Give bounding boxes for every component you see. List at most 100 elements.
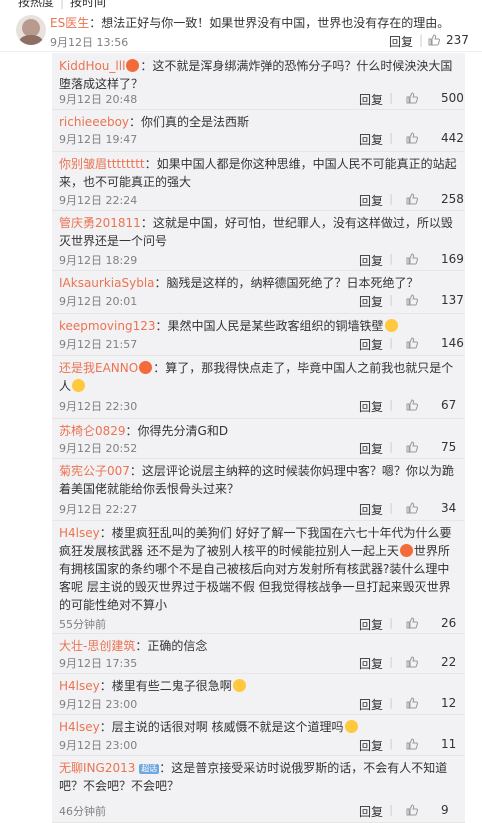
reply-username[interactable]: 你别皱眉tttttttt: [59, 157, 145, 171]
meta-separator: |: [389, 336, 393, 349]
meta-separator: |: [389, 293, 393, 306]
reply-button[interactable]: 回复: [359, 131, 383, 148]
thumbs-up-icon[interactable]: [406, 253, 418, 265]
meta-separator: |: [389, 803, 393, 816]
avatar[interactable]: [16, 15, 46, 45]
like-count: 22: [441, 655, 457, 669]
reply-list: KiddHou_lll ：这不就是浑身绑满炸弹的恐怖分子吗？什么时候泱泱大国堕落成…: [52, 53, 465, 823]
comment-time: 9月12日 13:56: [50, 36, 129, 49]
reply-button[interactable]: 回复: [359, 655, 383, 672]
reply-item: 管庆勇201811：这就是中国，好可怕，世纪罪人，没有这样做过，所以毁灭世界还是…: [52, 210, 465, 271]
meta-separator: |: [389, 616, 393, 629]
like-count: 500: [441, 91, 464, 105]
reply-meta: 9月12日 23:00 回复 | 11: [59, 737, 465, 753]
reply-username[interactable]: IAksaurkiaSybla: [59, 276, 155, 290]
reply-button[interactable]: 回复: [359, 252, 383, 269]
reply-text: H4lsey：楼里有些二鬼子很急啊: [59, 677, 459, 695]
reply-button[interactable]: 回复: [359, 91, 383, 108]
reply-time: 9月12日 18:29: [59, 254, 138, 267]
like-count: 12: [441, 696, 457, 710]
reply-item: 苏椅仑0829：你得先分清G和D 9月12日 20:52 回复 | 75: [52, 418, 465, 459]
reply-time: 9月12日 22:27: [59, 503, 138, 516]
reply-username[interactable]: keepmoving123: [59, 319, 156, 333]
thumbs-up-icon[interactable]: [406, 294, 418, 306]
reply-meta: 9月12日 19:47 回复 | 442: [59, 131, 465, 147]
reply-meta: 9月12日 21:57 回复 | 146: [59, 336, 465, 352]
emoji-icon: [72, 379, 86, 392]
reply-button[interactable]: 回复: [359, 398, 383, 415]
reply-button[interactable]: 回复: [359, 616, 383, 633]
reply-meta: 9月12日 20:52 回复 | 75: [59, 440, 465, 456]
reply-username[interactable]: 菊宪公子007: [59, 464, 130, 478]
reply-item: 菊宪公子007：这层评论说层主纳粹的这时候装你妈理中客？嗯？你以为跪着美国佬就能…: [52, 458, 465, 521]
thumbs-up-icon[interactable]: [406, 337, 418, 349]
reply-meta: 55分钟前 回复 | 26: [59, 616, 465, 632]
meta-separator: |: [389, 501, 393, 514]
reply-item: H4lsey：楼里有些二鬼子很急啊 9月12日 23:00 回复 | 12: [52, 673, 465, 715]
thumbs-up-icon[interactable]: [406, 193, 418, 205]
reply-time: 9月12日 23:00: [59, 698, 138, 711]
reply-button[interactable]: 回复: [359, 336, 383, 353]
like-count: 442: [441, 131, 464, 145]
like-count: 137: [441, 293, 464, 307]
reply-button[interactable]: 回复: [389, 33, 413, 50]
reply-meta: 9月12日 23:00 回复 | 12: [59, 696, 465, 712]
reply-button[interactable]: 回复: [359, 440, 383, 457]
reply-meta: 9月12日 20:48 回复 | 500: [59, 91, 465, 107]
reply-username[interactable]: 苏椅仑0829: [59, 424, 126, 438]
reply-button[interactable]: 回复: [359, 696, 383, 713]
reply-body: ：你得先分清G和D: [125, 424, 229, 438]
reply-username[interactable]: 无聊ING2013: [59, 761, 135, 775]
meta-separator: |: [389, 737, 393, 750]
thumbs-up-icon[interactable]: [406, 399, 418, 411]
thumbs-up-icon[interactable]: [406, 441, 418, 453]
reply-button[interactable]: 回复: [359, 293, 383, 310]
meta-separator: |: [389, 696, 393, 709]
reply-text: 你别皱眉tttttttt：如果中国人都是你这种思维，中国人民不可能真正的站起来，…: [59, 155, 459, 191]
reply-body: ：楼里疯狂乱叫的美狗们 好好了解一下我国在六七十年代为什么要疯狂发展核武器 还不…: [59, 526, 452, 558]
reply-username[interactable]: richieeeboy: [59, 115, 129, 129]
reply-button[interactable]: 回复: [359, 737, 383, 754]
comment-text: ES医生：想法正好与你一致！如果世界没有中国，世界也没有存在的理由。: [50, 15, 449, 31]
meta-separator: |: [419, 33, 424, 47]
reply-meta: 9月12日 22:24 回复 | 258: [59, 192, 465, 208]
reply-item: H4lsey：楼里疯狂乱叫的美狗们 好好了解一下我国在六七十年代为什么要疯狂发展…: [52, 520, 465, 634]
tab-by-hot[interactable]: 按热度: [18, 0, 54, 8]
reply-button[interactable]: 回复: [359, 192, 383, 209]
reply-meta: 9月12日 17:35 回复 | 22: [59, 655, 465, 671]
reply-username[interactable]: 还是我EANNO: [59, 361, 138, 375]
reply-username[interactable]: H4lsey: [59, 720, 100, 734]
tab-by-time[interactable]: 按时间: [70, 0, 106, 8]
tab-separator: |: [60, 0, 65, 9]
meta-separator: |: [389, 252, 393, 265]
reply-body: ：正确的信念: [135, 639, 208, 653]
thumbs-up-icon[interactable]: [428, 34, 440, 46]
comment-username[interactable]: ES医生: [50, 16, 89, 30]
thumbs-up-icon[interactable]: [406, 656, 418, 668]
emoji-icon: [232, 679, 246, 692]
reply-username[interactable]: H4lsey: [59, 679, 100, 693]
thumbs-up-icon[interactable]: [406, 804, 418, 816]
emoji-icon: [344, 720, 358, 733]
reply-meta: 46分钟前 回复 | 9: [59, 803, 465, 819]
thumbs-up-icon[interactable]: [406, 132, 418, 144]
like-count: 237: [446, 33, 469, 47]
reply-time: 9月12日 20:01: [59, 295, 138, 308]
thumbs-up-icon[interactable]: [406, 92, 418, 104]
thumbs-up-icon[interactable]: [406, 697, 418, 709]
reply-body: ：层主说的话很对啊 核威慑不就是这个道理吗: [99, 720, 344, 734]
reply-username[interactable]: KiddHou_lll: [59, 59, 125, 73]
reply-username[interactable]: 管庆勇201811: [59, 216, 141, 230]
reply-button[interactable]: 回复: [359, 803, 383, 820]
reply-username[interactable]: 大壮-思创建筑: [59, 639, 135, 653]
reply-body: ：脑残是这样的，纳粹德国死绝了？日本死绝了？: [154, 276, 419, 290]
reply-username[interactable]: H4lsey: [59, 526, 100, 540]
reply-item: 你别皱眉tttttttt：如果中国人都是你这种思维，中国人民不可能真正的站起来，…: [52, 151, 465, 211]
reply-time: 9月12日 21:57: [59, 338, 138, 351]
reply-meta: 9月12日 18:29 回复 | 169: [59, 252, 465, 268]
reply-button[interactable]: 回复: [359, 501, 383, 518]
thumbs-up-icon[interactable]: [406, 738, 418, 750]
thumbs-up-icon[interactable]: [406, 617, 418, 629]
thumbs-up-icon[interactable]: [406, 502, 418, 514]
emoji-icon: [126, 59, 140, 72]
